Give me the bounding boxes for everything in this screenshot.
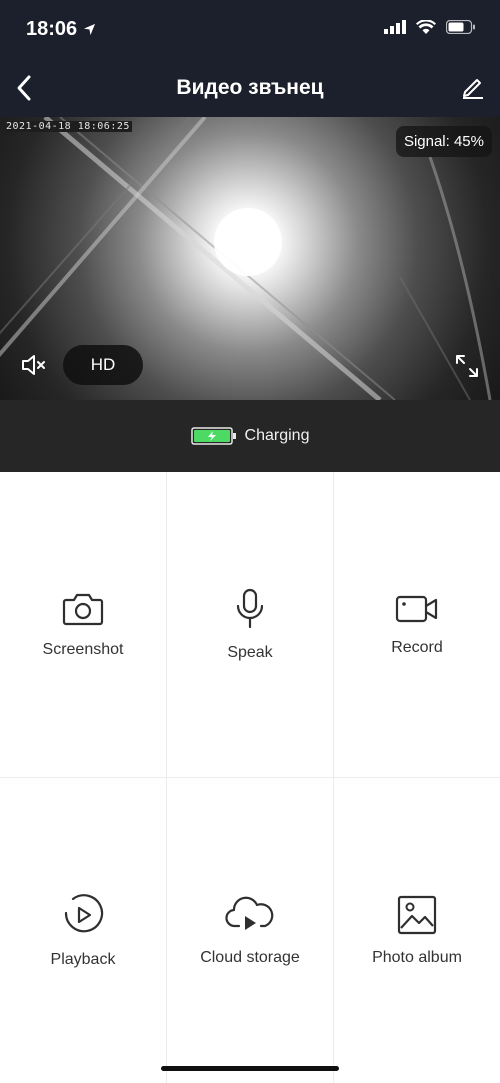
location-arrow-icon	[84, 23, 96, 36]
cloud-storage-button[interactable]: Cloud storage	[167, 778, 333, 1083]
record-label: Record	[391, 638, 443, 656]
action-grid: Screenshot Speak Record Playback Cloud s…	[0, 472, 500, 1083]
video-timestamp: 2021-04-18 18:06:25	[4, 121, 132, 132]
quality-toggle-button[interactable]: HD	[63, 345, 143, 385]
edit-button[interactable]	[460, 74, 486, 100]
speak-button[interactable]: Speak	[167, 472, 333, 777]
speaker-muted-icon	[22, 355, 45, 375]
charging-status-text: Charging	[244, 427, 310, 444]
cloud-play-icon	[225, 896, 274, 930]
image-icon	[397, 895, 437, 934]
status-time: 18:06	[26, 18, 96, 41]
record-button[interactable]: Record	[334, 472, 500, 777]
battery-status-icon	[446, 20, 475, 34]
screenshot-label: Screenshot	[42, 640, 124, 658]
microphone-icon	[236, 588, 264, 628]
pencil-icon	[463, 79, 483, 99]
fullscreen-button[interactable]	[454, 353, 480, 379]
home-indicator[interactable]	[161, 1066, 339, 1071]
photo-album-button[interactable]: Photo album	[334, 778, 500, 1083]
speak-label: Speak	[227, 643, 273, 661]
playback-icon	[64, 893, 104, 932]
screenshot-button[interactable]: Screenshot	[0, 472, 166, 777]
top-bar: 18:06 Видео звънец	[0, 0, 500, 117]
power-status-bar: Charging	[0, 400, 500, 472]
mute-button[interactable]	[20, 351, 48, 379]
cloud-storage-label: Cloud storage	[200, 948, 300, 966]
wifi-icon	[416, 20, 436, 34]
live-video-view[interactable]: 2021-04-18 18:06:25 Signal: 45% HD	[0, 117, 500, 400]
expand-icon	[456, 355, 478, 377]
playback-label: Playback	[50, 950, 116, 968]
playback-button[interactable]: Playback	[0, 778, 166, 1083]
photo-album-label: Photo album	[372, 948, 462, 966]
cellular-signal-icon	[384, 20, 406, 34]
signal-strength-badge: Signal: 45%	[395, 126, 492, 157]
battery-charging-icon	[190, 427, 236, 445]
video-camera-icon	[395, 595, 438, 622]
status-indicators	[384, 20, 476, 34]
camera-icon	[62, 593, 104, 625]
page-title: Видео звънец	[176, 76, 324, 99]
